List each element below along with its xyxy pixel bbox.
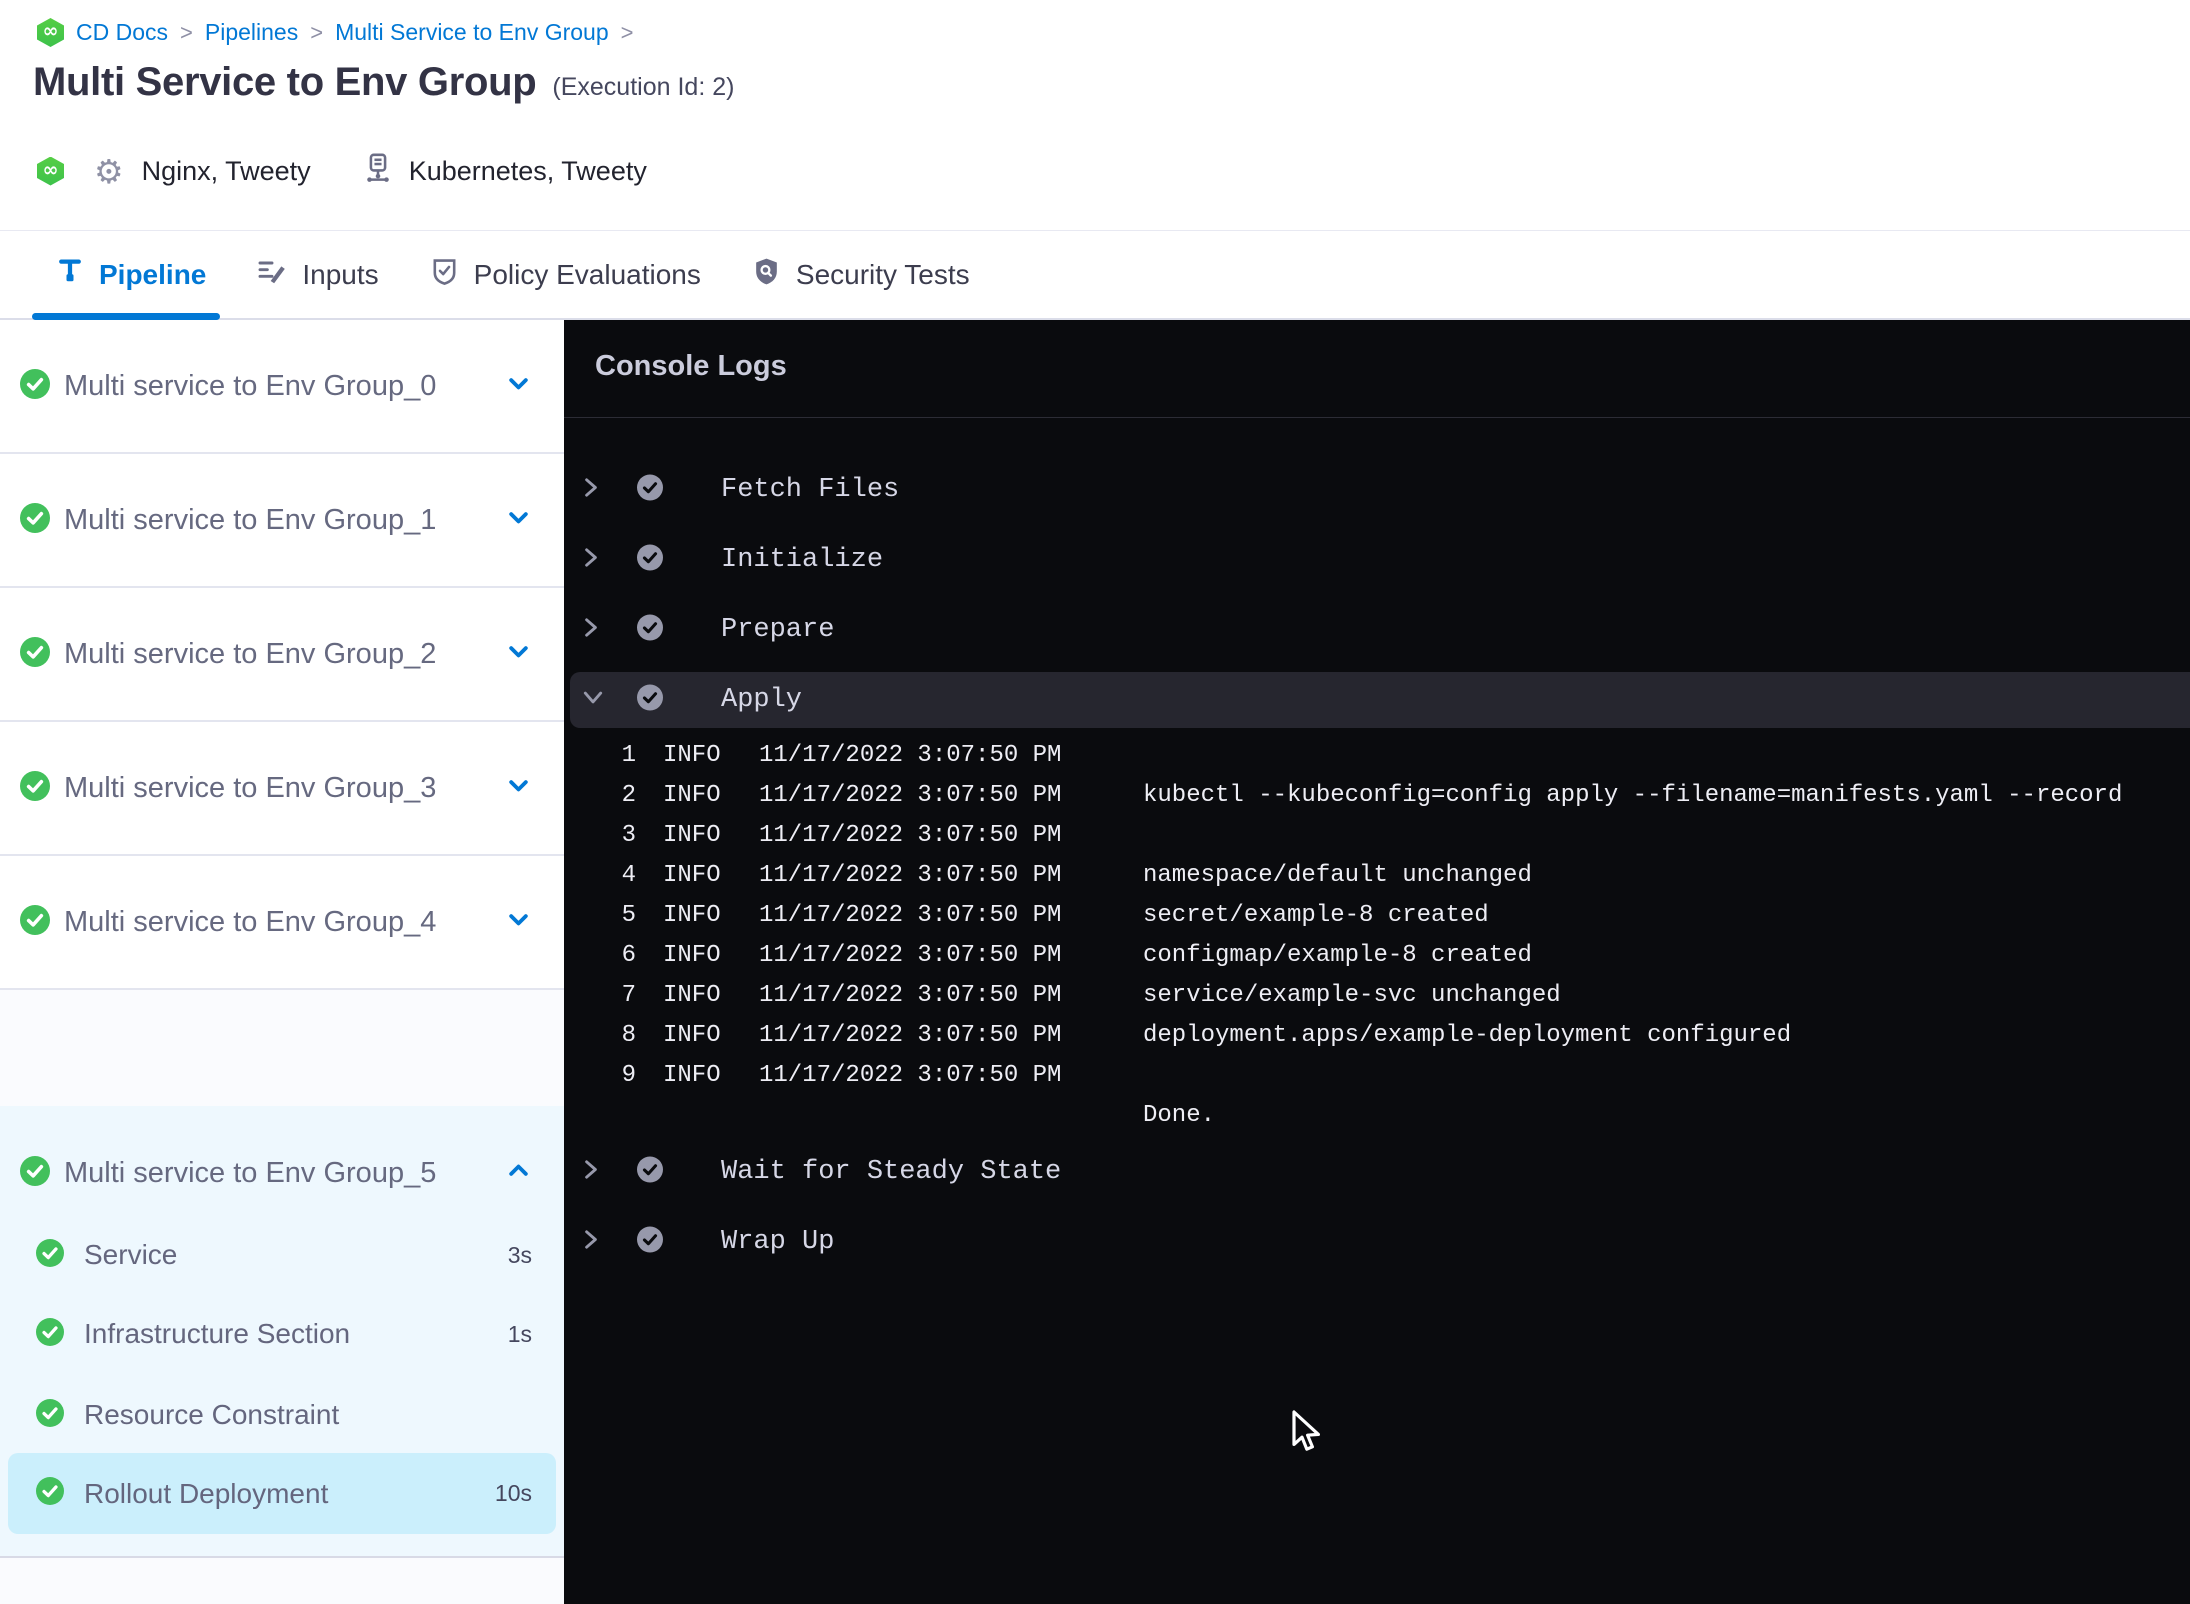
- step-row-resource-constraint[interactable]: Resource Constraint: [0, 1375, 564, 1455]
- stage-row-expanded[interactable]: Multi service to Env Group_5: [0, 1118, 564, 1228]
- step-success-icon: [637, 474, 663, 506]
- success-check-icon: [20, 368, 50, 404]
- log-line: 8 INFO 11/17/2022 3:07:50 PM deployment.app…: [621, 1022, 1792, 1049]
- success-check-icon: [20, 502, 50, 538]
- step-row-infrastructure[interactable]: Infrastructure Section 1s: [0, 1294, 564, 1374]
- success-check-icon: [36, 1238, 64, 1272]
- environment-names: Kubernetes, Tweety: [408, 155, 647, 186]
- success-check-icon: [36, 1398, 64, 1432]
- console-step-wait-for-steady-state[interactable]: Wait for Steady State: [564, 1137, 2190, 1207]
- stage-row[interactable]: Multi service to Env Group_0: [0, 320, 564, 454]
- chevron-right-icon[interactable]: [582, 547, 600, 574]
- harness-cd-icon: ∞: [37, 18, 64, 47]
- breadcrumb-pipelines[interactable]: Pipelines: [205, 19, 298, 46]
- pipeline-icon: [55, 256, 85, 293]
- chevron-right-icon[interactable]: [582, 1159, 600, 1186]
- tab-pipeline[interactable]: Pipeline: [32, 231, 220, 320]
- log-line: 1 INFO 11/17/2022 3:07:50 PM: [621, 742, 1062, 769]
- inputs-icon: [256, 255, 288, 294]
- success-check-icon: [20, 636, 50, 672]
- step-duration: 1s: [507, 1320, 532, 1347]
- console-step-initialize[interactable]: Initialize: [564, 525, 2190, 595]
- console-logs-title: Console Logs: [595, 350, 787, 382]
- stage-row[interactable]: Multi service to Env Group_1: [0, 454, 564, 588]
- tab-security-tests[interactable]: Security Tests: [751, 231, 970, 318]
- log-line: 3 INFO 11/17/2022 3:07:50 PM: [621, 822, 1062, 849]
- stage-row[interactable]: Multi service to Env Group_2: [0, 588, 564, 722]
- page-header: ∞ CD Docs > Pipelines > Multi Service to…: [0, 0, 2190, 230]
- step-row-rollout-deployment-selected[interactable]: Rollout Deployment 10s: [8, 1453, 556, 1534]
- success-check-icon: [36, 1317, 64, 1351]
- chevron-right-icon[interactable]: [582, 477, 600, 504]
- stage-row[interactable]: Multi service to Env Group_4: [0, 856, 564, 990]
- step-success-icon: [637, 544, 663, 576]
- chevron-down-icon[interactable]: [505, 370, 532, 402]
- breadcrumb-separator: >: [180, 19, 193, 45]
- execution-tabs: Pipeline Inputs Policy Evaluations Secur…: [0, 230, 2190, 320]
- chevron-down-icon[interactable]: [505, 772, 532, 804]
- log-line: 2 INFO 11/17/2022 3:07:50 PM kubectl --kube…: [621, 782, 2123, 809]
- active-tab-underline: [32, 313, 220, 320]
- console-logs-panel: Console Logs Fetch Files Initialize Prep…: [564, 320, 2190, 1604]
- stages-sidebar: 6 stages Multi service to Env Group_0 Mu…: [0, 320, 564, 1604]
- security-shield-icon: [751, 256, 782, 294]
- log-line: 5 INFO 11/17/2022 3:07:50 PM secret/example…: [621, 902, 1489, 929]
- service-names: Nginx, Tweety: [141, 155, 311, 186]
- console-step-prepare[interactable]: Prepare: [564, 595, 2190, 665]
- step-success-icon: [637, 1156, 663, 1188]
- chevron-right-icon[interactable]: [582, 1229, 600, 1256]
- step-success-icon: [637, 614, 663, 646]
- success-check-icon: [20, 904, 50, 940]
- divider: [564, 417, 2190, 418]
- chevron-down-icon[interactable]: [582, 689, 604, 712]
- success-check-icon: [36, 1477, 64, 1510]
- chevron-down-icon[interactable]: [505, 906, 532, 938]
- console-step-fetch-files[interactable]: Fetch Files: [564, 455, 2190, 525]
- execution-id-label: (Execution Id: 2): [552, 73, 735, 101]
- chevron-down-icon[interactable]: [505, 504, 532, 536]
- page-title: Multi Service to Env Group: [33, 60, 537, 104]
- step-success-icon: [637, 684, 663, 716]
- shield-check-icon: [429, 256, 460, 294]
- tab-inputs[interactable]: Inputs: [256, 231, 379, 318]
- breadcrumb-separator: >: [310, 19, 324, 45]
- services-gear-icon: ⚙: [94, 151, 124, 191]
- log-line: Done.: [1143, 1102, 1216, 1129]
- step-row-service[interactable]: Service 3s: [0, 1215, 564, 1295]
- stage-row[interactable]: Multi service to Env Group_3: [0, 722, 564, 856]
- mouse-cursor: [1290, 1410, 1326, 1459]
- breadcrumb-cd-docs[interactable]: CD Docs: [76, 19, 168, 46]
- breadcrumb-separator: >: [620, 19, 634, 45]
- chevron-up-icon[interactable]: [505, 1157, 532, 1189]
- log-line: 6 INFO 11/17/2022 3:07:50 PM configmap/exam…: [621, 942, 1532, 969]
- breadcrumb: ∞ CD Docs > Pipelines > Multi Service to…: [37, 18, 634, 47]
- execution-meta-row: ∞ ⚙ Nginx, Tweety Kubernetes, Tweety: [37, 148, 647, 194]
- expanded-stage-section: Multi service to Env Group_5 Service 3s …: [0, 1106, 564, 1558]
- log-line: 4 INFO 11/17/2022 3:07:50 PM namespace/defa…: [621, 862, 1532, 889]
- log-line: 7 INFO 11/17/2022 3:07:50 PM service/exampl…: [621, 982, 1561, 1009]
- environment-icon: [361, 152, 395, 191]
- step-duration: 10s: [494, 1480, 532, 1506]
- breadcrumb-pipeline-name[interactable]: Multi Service to Env Group: [335, 19, 609, 46]
- chevron-right-icon[interactable]: [582, 617, 600, 644]
- log-line: 9 INFO 11/17/2022 3:07:50 PM: [621, 1062, 1062, 1089]
- success-check-icon: [20, 770, 50, 806]
- harness-cd-icon: ∞: [37, 156, 64, 186]
- chevron-down-icon[interactable]: [505, 638, 532, 670]
- console-step-wrap-up[interactable]: Wrap Up: [564, 1207, 2190, 1277]
- success-check-icon: [20, 1155, 50, 1191]
- pipeline-execution-screen: ∞ CD Docs > Pipelines > Multi Service to…: [0, 0, 2190, 1604]
- step-success-icon: [637, 1226, 663, 1258]
- tab-policy-evaluations[interactable]: Policy Evaluations: [429, 231, 701, 318]
- console-step-apply-expanded[interactable]: Apply: [570, 672, 2190, 728]
- step-duration: 3s: [507, 1241, 532, 1268]
